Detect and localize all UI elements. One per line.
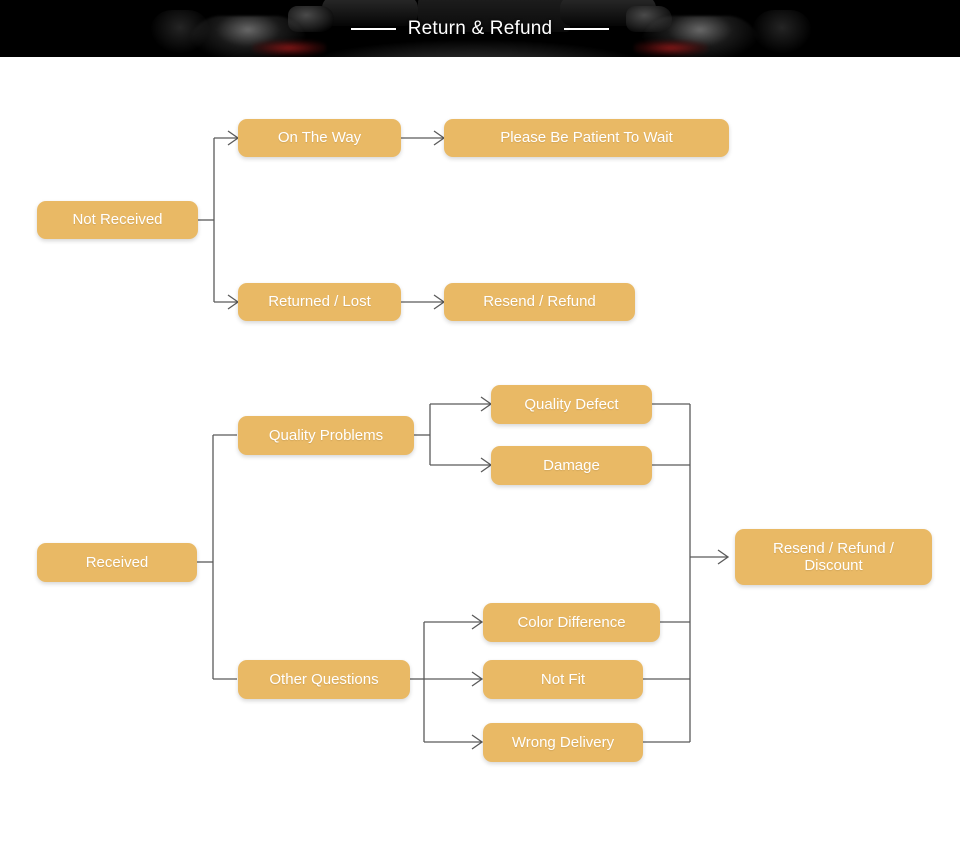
node-label: Color Difference bbox=[517, 613, 626, 631]
node-not-received[interactable]: Not Received bbox=[37, 201, 198, 239]
node-on-the-way[interactable]: On The Way bbox=[238, 119, 401, 157]
page-title: Return & Refund bbox=[407, 17, 553, 39]
node-received[interactable]: Received bbox=[37, 543, 197, 582]
flow-connectors bbox=[197, 130, 730, 750]
node-other-questions[interactable]: Other Questions bbox=[238, 660, 410, 699]
node-label: Quality Problems bbox=[268, 426, 384, 444]
node-label: Not Received bbox=[72, 211, 163, 229]
node-color-difference[interactable]: Color Difference bbox=[483, 603, 660, 642]
node-resend-refund[interactable]: Resend / Refund bbox=[444, 283, 635, 321]
title-rule-right-icon bbox=[564, 27, 610, 30]
node-label: Please Be Patient To Wait bbox=[500, 129, 673, 147]
node-not-fit[interactable]: Not Fit bbox=[483, 660, 643, 699]
node-label: Not Fit bbox=[540, 670, 586, 688]
node-label: On The Way bbox=[277, 129, 362, 147]
page-banner: Return & Refund bbox=[0, 0, 960, 57]
node-resend-refund-discount[interactable]: Resend / Refund / Discount bbox=[735, 529, 932, 585]
node-damage[interactable]: Damage bbox=[491, 446, 652, 485]
node-label: Received bbox=[85, 553, 149, 571]
node-quality-problems[interactable]: Quality Problems bbox=[238, 416, 414, 455]
node-label: Resend / Refund / Discount bbox=[773, 539, 894, 574]
title-rule-left-icon bbox=[350, 27, 396, 30]
node-label: Damage bbox=[543, 456, 600, 474]
banner-title-row: Return & Refund bbox=[0, 0, 960, 57]
node-returned-lost[interactable]: Returned / Lost bbox=[238, 283, 401, 321]
node-label: Wrong Delivery bbox=[511, 733, 615, 751]
node-label: Returned / Lost bbox=[268, 293, 371, 311]
node-label: Quality Defect bbox=[524, 395, 619, 413]
node-quality-defect[interactable]: Quality Defect bbox=[491, 385, 652, 424]
flowchart: Not Received On The Way Please Be Patien… bbox=[0, 57, 960, 864]
node-please-be-patient-to-wait[interactable]: Please Be Patient To Wait bbox=[444, 119, 729, 157]
node-label: Other Questions bbox=[269, 670, 379, 688]
node-label: Resend / Refund bbox=[483, 293, 596, 311]
node-wrong-delivery[interactable]: Wrong Delivery bbox=[483, 723, 643, 762]
